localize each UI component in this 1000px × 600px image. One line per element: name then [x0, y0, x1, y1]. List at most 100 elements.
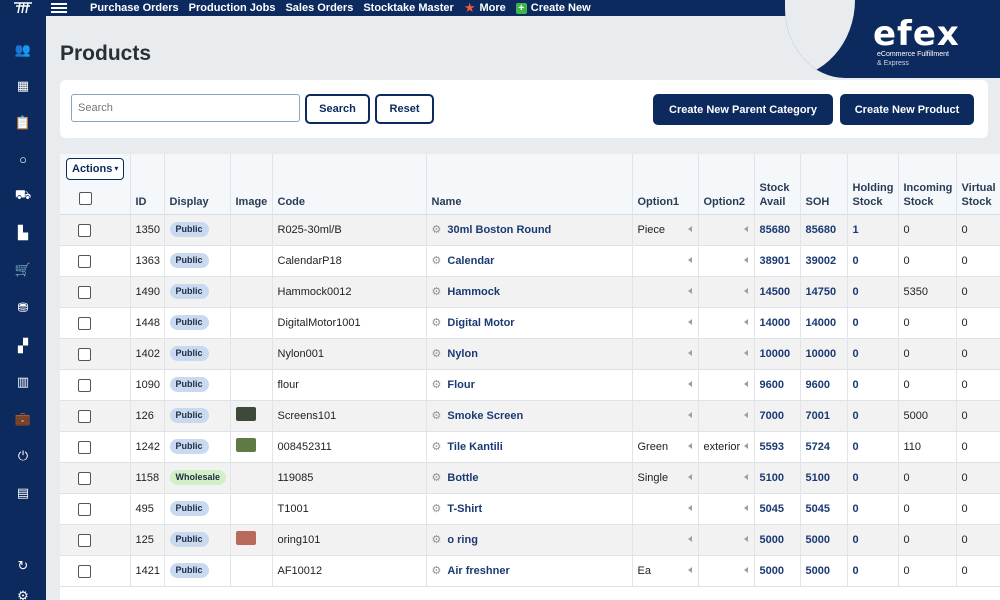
- holding-stock-link[interactable]: 0: [853, 317, 859, 329]
- stock-avail-link[interactable]: 5593: [760, 441, 784, 453]
- gear-icon[interactable]: ⚙: [432, 224, 442, 236]
- cell-option2[interactable]: [698, 369, 755, 400]
- gear-icon[interactable]: ⚙: [432, 348, 442, 360]
- col-header-soh[interactable]: SOH: [800, 154, 848, 215]
- soh-link[interactable]: 5724: [806, 441, 830, 453]
- product-name-link[interactable]: Digital Motor: [447, 317, 514, 329]
- search-button[interactable]: Search: [305, 94, 370, 124]
- reset-button[interactable]: Reset: [375, 94, 434, 124]
- users-icon[interactable]: 👥: [0, 38, 46, 62]
- cell-option1[interactable]: [632, 400, 699, 431]
- gear-icon[interactable]: ⚙: [432, 379, 442, 391]
- col-header-holding-stock[interactable]: Holding Stock: [847, 154, 899, 215]
- gear-icon[interactable]: ⚙: [432, 441, 442, 453]
- stock-avail-link[interactable]: 5045: [760, 503, 784, 515]
- gear-icon[interactable]: ⚙: [432, 255, 442, 267]
- cell-option2[interactable]: [698, 462, 755, 493]
- cell-option1[interactable]: Single: [632, 462, 699, 493]
- col-header-id[interactable]: ID: [130, 154, 165, 215]
- holding-stock-link[interactable]: 0: [853, 503, 859, 515]
- product-name-link[interactable]: Hammock: [447, 286, 500, 298]
- stock-avail-link[interactable]: 7000: [760, 410, 784, 422]
- table-row[interactable]: 1090 Public flour ⚙ Flour 9600 9600 0 0 0: [60, 369, 1000, 400]
- factory-icon[interactable]: ▙: [0, 221, 46, 245]
- col-header-option1[interactable]: Option1: [632, 154, 699, 215]
- product-name-link[interactable]: Tile Kantili: [447, 441, 502, 453]
- gear-icon[interactable]: ⚙: [432, 534, 442, 546]
- truck-icon[interactable]: ⛟: [0, 184, 46, 208]
- soh-link[interactable]: 85680: [806, 224, 837, 236]
- app-logo-icon[interactable]: [0, 0, 46, 16]
- actions-dropdown-button[interactable]: Actions ▾: [66, 157, 125, 180]
- holding-stock-link[interactable]: 0: [853, 534, 859, 546]
- table-row[interactable]: 1158 Wholesale 119085 ⚙ Bottle Single 5100 5100…: [60, 462, 1000, 493]
- product-name-link[interactable]: 30ml Boston Round: [447, 224, 551, 236]
- tile-thumbnail[interactable]: [235, 438, 256, 452]
- soh-link[interactable]: 5100: [806, 472, 830, 484]
- table-row[interactable]: 1421 Public AF10012 ⚙ Air freshner Ea 5000 5000…: [60, 555, 1000, 586]
- stock-avail-link[interactable]: 5000: [760, 565, 784, 577]
- cell-option2[interactable]: [698, 276, 755, 307]
- row-checkbox[interactable]: [78, 471, 91, 485]
- gear-icon[interactable]: ⚙: [432, 286, 442, 298]
- row-checkbox[interactable]: [78, 378, 91, 392]
- cell-option2[interactable]: [698, 400, 755, 431]
- row-checkbox[interactable]: [78, 254, 91, 268]
- clipboard-icon[interactable]: 📋: [0, 111, 46, 135]
- soh-link[interactable]: 39002: [806, 255, 837, 267]
- row-checkbox[interactable]: [78, 440, 91, 454]
- nav-create-new[interactable]: + Create New: [515, 2, 591, 14]
- cell-option1[interactable]: [632, 307, 699, 338]
- cell-option1[interactable]: [632, 276, 699, 307]
- boxes-icon[interactable]: ▞: [0, 334, 46, 358]
- holding-stock-link[interactable]: 0: [853, 286, 859, 298]
- gear-icon[interactable]: ⚙: [432, 472, 442, 484]
- row-checkbox[interactable]: [78, 285, 91, 299]
- soh-link[interactable]: 14000: [806, 317, 837, 329]
- cell-option1[interactable]: Green: [632, 431, 699, 462]
- nav-purchase-orders[interactable]: Purchase Orders: [90, 2, 179, 14]
- cell-option1[interactable]: [632, 369, 699, 400]
- gear-icon[interactable]: ⚙: [432, 317, 442, 329]
- table-row[interactable]: 1242 Public 008452311 ⚙ Tile Kantili Green ext…: [60, 431, 1000, 462]
- table-row[interactable]: 125 Public oring101 ⚙ o ring 5000 5000 0 0 0: [60, 524, 1000, 555]
- col-header-incoming-stock[interactable]: Incoming Stock: [898, 154, 957, 215]
- nav-production-jobs[interactable]: Production Jobs: [189, 2, 276, 14]
- stock-avail-link[interactable]: 14000: [760, 317, 791, 329]
- gear-icon[interactable]: ⚙: [0, 584, 46, 600]
- cell-option1[interactable]: Piece: [632, 214, 699, 245]
- stock-avail-link[interactable]: 38901: [760, 255, 791, 267]
- col-header-option2[interactable]: Option2: [698, 154, 755, 215]
- product-name-link[interactable]: Smoke Screen: [447, 410, 523, 422]
- screen-thumbnail[interactable]: [235, 407, 256, 421]
- nav-stocktake-master[interactable]: Stocktake Master: [363, 2, 454, 14]
- table-row[interactable]: 1350 Public R025-30ml/B ⚙ 30ml Boston Round P…: [60, 214, 1000, 245]
- cell-option2[interactable]: [698, 245, 755, 276]
- circle-icon[interactable]: ○: [0, 147, 46, 171]
- nav-more[interactable]: ★ More: [464, 0, 506, 16]
- create-product-button[interactable]: Create New Product: [840, 94, 974, 125]
- product-name-link[interactable]: Nylon: [447, 348, 478, 360]
- holding-stock-link[interactable]: 0: [853, 441, 859, 453]
- table-row[interactable]: 126 Public Screens101 ⚙ Smoke Screen 7000 7001…: [60, 400, 1000, 431]
- holding-stock-link[interactable]: 0: [853, 379, 859, 391]
- row-checkbox[interactable]: [78, 409, 91, 423]
- soh-link[interactable]: 9600: [806, 379, 830, 391]
- soh-link[interactable]: 10000: [806, 348, 837, 360]
- soh-link[interactable]: 5045: [806, 503, 830, 515]
- cell-option1[interactable]: [632, 338, 699, 369]
- table-row[interactable]: 1402 Public Nylon001 ⚙ Nylon 10000 10000 0 0 0: [60, 338, 1000, 369]
- soh-link[interactable]: 5000: [806, 565, 830, 577]
- product-name-link[interactable]: Bottle: [447, 472, 478, 484]
- soh-link[interactable]: 5000: [806, 534, 830, 546]
- row-checkbox[interactable]: [78, 502, 91, 516]
- table-row[interactable]: 1448 Public DigitalMotor1001 ⚙ Digital Motor…: [60, 307, 1000, 338]
- soh-link[interactable]: 14750: [806, 286, 837, 298]
- product-name-link[interactable]: Calendar: [447, 255, 494, 267]
- cell-option2[interactable]: [698, 214, 755, 245]
- stock-avail-link[interactable]: 5000: [760, 534, 784, 546]
- nav-sales-orders[interactable]: Sales Orders: [285, 2, 353, 14]
- col-header-display[interactable]: Display: [164, 154, 231, 215]
- oring-thumbnail[interactable]: [235, 531, 256, 545]
- cell-option2[interactable]: [698, 524, 755, 555]
